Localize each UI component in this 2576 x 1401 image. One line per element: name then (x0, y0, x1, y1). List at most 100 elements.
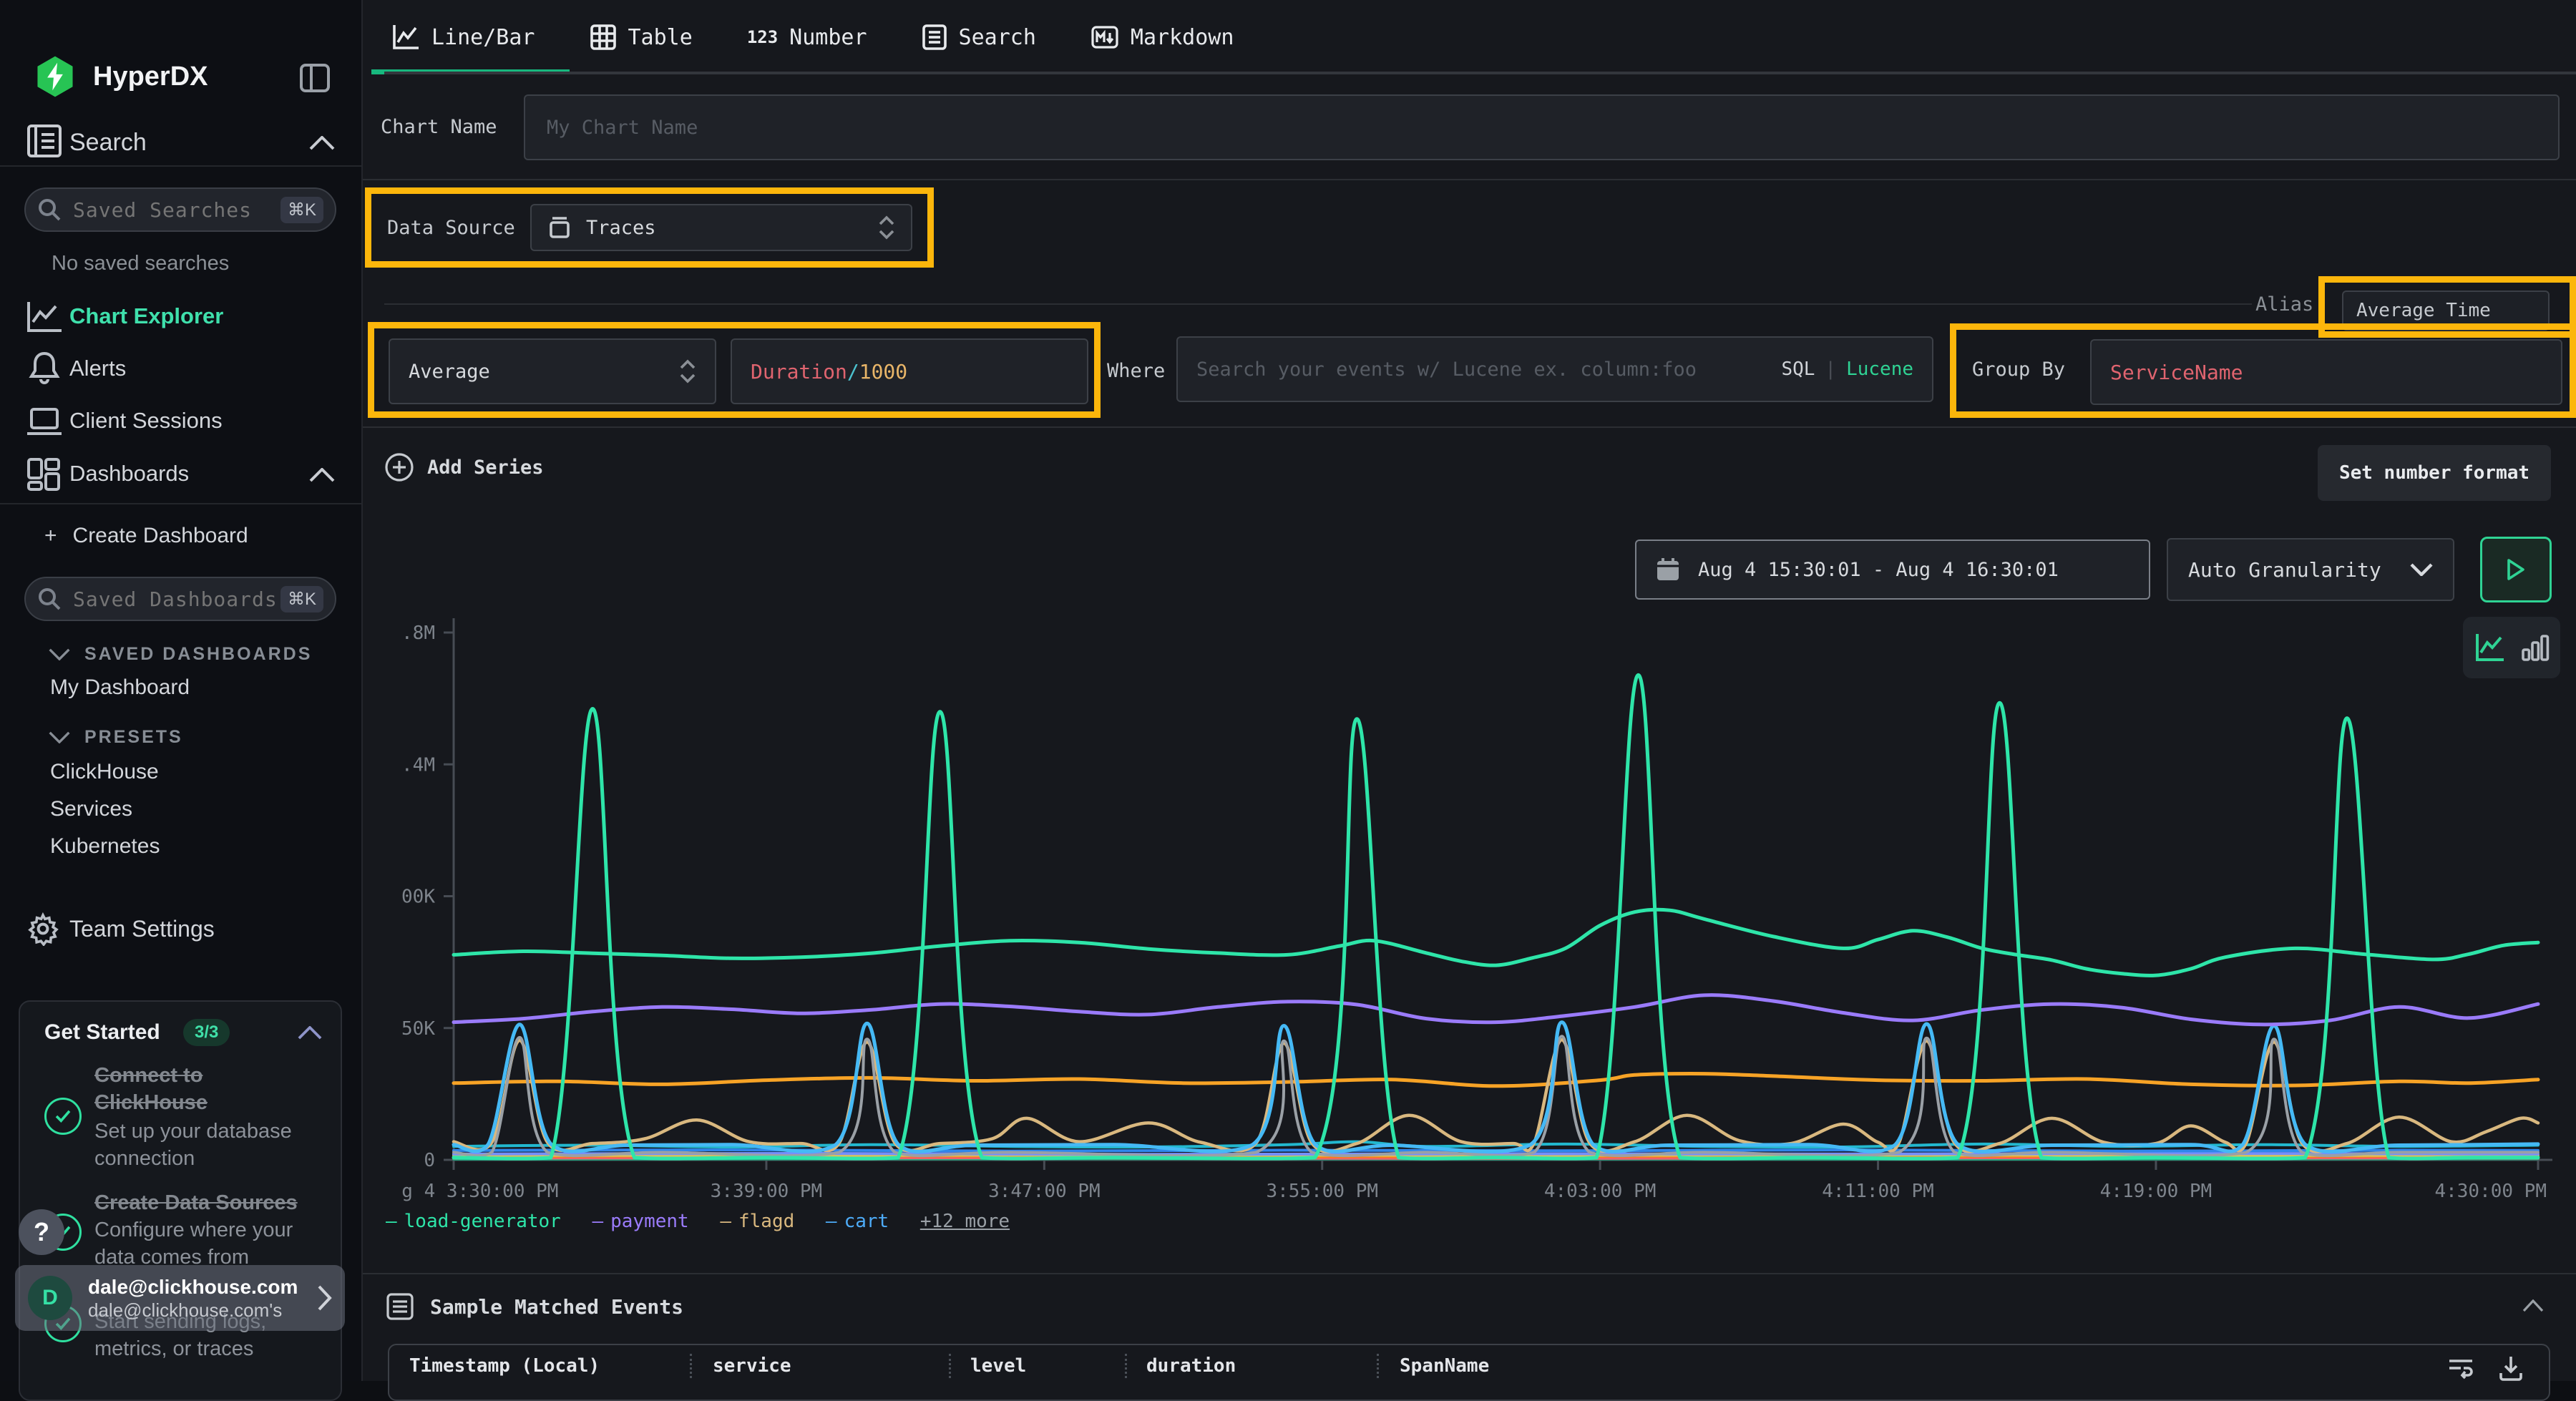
legend-more-link[interactable]: +12 more (920, 1211, 1010, 1232)
date-range-picker[interactable]: Aug 4 15:30:01 - Aug 4 16:30:01 (1635, 540, 2150, 600)
data-source-select[interactable]: Traces (530, 204, 912, 251)
legend-item-cart[interactable]: —cart (826, 1211, 889, 1232)
column-resizer[interactable] (690, 1354, 692, 1378)
granularity-select[interactable]: Auto Granularity (2167, 538, 2454, 601)
saved-searches-input[interactable] (72, 197, 280, 223)
help-button[interactable]: ? (19, 1209, 64, 1255)
tab-table[interactable]: Table (582, 1, 700, 73)
sidebar-item-kubernetes[interactable]: Kubernetes (50, 834, 160, 859)
timeseries-chart[interactable]: 0450K900K1.4M1.8MAug 4 3:30:00 PM3:39:00… (402, 612, 2576, 1231)
svg-text:3:47:00 PM: 3:47:00 PM (988, 1181, 1101, 1202)
search-icon (37, 197, 62, 222)
sidebar-item-my-dashboard[interactable]: My Dashboard (50, 675, 190, 700)
legend-item-load-generator[interactable]: —load-generator (386, 1211, 561, 1232)
expression-field-token: Duration (751, 360, 847, 384)
where-placeholder: Search your events w/ Lucene ex. column:… (1196, 358, 1697, 381)
user-account-chip[interactable]: D dale@clickhouse.com dale@clickhouse.co… (15, 1265, 345, 1331)
column-resizer[interactable] (1377, 1354, 1379, 1378)
svg-text:1.8M: 1.8M (402, 623, 435, 644)
aggregation-select[interactable]: Average (389, 338, 716, 404)
where-input[interactable]: Search your events w/ Lucene ex. column:… (1176, 336, 1933, 402)
add-series-button[interactable]: Add Series (384, 452, 544, 482)
group-by-input[interactable]: ServiceName (2090, 339, 2562, 405)
wrap-text-icon[interactable] (2446, 1355, 2475, 1381)
sidebar: HyperDX Search ⌘K No saved searches Char… (0, 0, 363, 1381)
dashboards-chevron-up-icon[interactable] (309, 468, 335, 482)
saved-dashboards-heading[interactable]: SAVED DASHBOARDS (49, 644, 312, 665)
dashboards-grid-icon (26, 457, 62, 492)
tab-search[interactable]: Search (914, 1, 1043, 73)
sidebar-item-client-sessions[interactable]: Client Sessions (69, 408, 223, 434)
legend-item-payment[interactable]: —payment (592, 1211, 688, 1232)
alerts-bell-icon (27, 351, 62, 386)
sidebar-item-alerts[interactable]: Alerts (69, 356, 126, 381)
sidebar-collapse-icon[interactable] (299, 63, 331, 93)
column-resizer[interactable] (949, 1354, 951, 1378)
download-icon[interactable] (2497, 1354, 2525, 1382)
document-list-icon (922, 24, 947, 51)
set-number-format-button[interactable]: Set number format (2318, 445, 2551, 501)
collapse-chevron-up-icon[interactable] (2522, 1299, 2544, 1312)
run-query-button[interactable] (2480, 537, 2552, 602)
svg-text:4:11:00 PM: 4:11:00 PM (1822, 1181, 1934, 1202)
date-range-value: Aug 4 15:30:01 - Aug 4 16:30:01 (1698, 559, 2059, 581)
check-circle-icon (44, 1098, 82, 1135)
chart-name-input[interactable] (524, 94, 2560, 160)
tab-number[interactable]: 123 Number (740, 1, 874, 73)
sql-toggle[interactable]: SQL (1781, 358, 1815, 380)
get-started-item-title[interactable]: Connect toClickHouse (94, 1062, 208, 1116)
search-section-chevron-up-icon[interactable] (309, 136, 335, 150)
group-by-highlight: Group By ServiceName (1950, 323, 2576, 418)
app-title: HyperDX (93, 62, 208, 92)
sidebar-item-clickhouse[interactable]: ClickHouse (50, 760, 159, 784)
select-chevrons-icon (679, 358, 696, 384)
sidebar-item-chart-explorer[interactable]: Chart Explorer (69, 303, 223, 329)
get-started-item-desc: Configure where yourdata comes from (94, 1216, 293, 1271)
column-header-service[interactable]: service (713, 1345, 791, 1387)
data-source-label: Data Source (387, 217, 515, 239)
saved-searches-search[interactable]: ⌘K (24, 187, 336, 232)
tab-line-bar[interactable]: Line/Bar (384, 1, 542, 73)
column-resizer[interactable] (1125, 1354, 1127, 1378)
sample-events-header[interactable]: Sample Matched Events (386, 1292, 683, 1321)
shortcut-badge: ⌘K (280, 197, 323, 223)
sidebar-item-dashboards[interactable]: Dashboards (69, 461, 189, 487)
get-started-item-title[interactable]: Create Data Sources (94, 1189, 298, 1216)
markdown-icon (1091, 24, 1119, 51)
data-source-highlight: Data Source Traces (365, 187, 934, 268)
plus-icon: + (44, 524, 57, 547)
no-saved-searches-text: No saved searches (52, 252, 229, 275)
sidebar-item-services[interactable]: Services (50, 797, 132, 821)
app-root: HyperDX Search ⌘K No saved searches Char… (0, 0, 2576, 1381)
hyperdx-logo-icon (33, 54, 77, 99)
presets-heading[interactable]: PRESETS (49, 727, 183, 748)
svg-text:4:30:00 PM: 4:30:00 PM (2434, 1181, 2547, 1202)
expression-input[interactable]: Duration/1000 (731, 338, 1088, 404)
chart-legend: —load-generator —payment —flagd —cart +1… (386, 1211, 1010, 1232)
svg-text:0: 0 (424, 1150, 435, 1171)
column-header-spanname[interactable]: SpanName (1400, 1345, 1489, 1387)
get-started-chevron-up-icon[interactable] (298, 1026, 322, 1040)
legend-item-flagd[interactable]: —flagd (720, 1211, 794, 1232)
line-chart-icon (391, 24, 420, 51)
sidebar-section-search[interactable]: Search (69, 129, 147, 157)
calendar-icon (1655, 557, 1681, 582)
column-header-level[interactable]: level (970, 1345, 1026, 1387)
saved-dashboards-input[interactable] (72, 587, 280, 612)
tabbar-border (384, 72, 2576, 74)
data-source-value: Traces (586, 217, 656, 239)
lucene-toggle[interactable]: Lucene (1846, 358, 1913, 380)
svg-text:3:39:00 PM: 3:39:00 PM (711, 1181, 823, 1202)
svg-text:4:19:00 PM: 4:19:00 PM (2100, 1181, 2212, 1202)
plus-circle-icon (384, 452, 414, 482)
legend-swatch: — (720, 1211, 731, 1232)
avatar: D (28, 1276, 72, 1320)
svg-text:Aug 4 3:30:00 PM: Aug 4 3:30:00 PM (402, 1181, 558, 1202)
tab-markdown[interactable]: Markdown (1083, 1, 1241, 73)
saved-dashboards-search[interactable]: ⌘K (24, 577, 336, 621)
sidebar-item-team-settings[interactable]: Team Settings (69, 916, 215, 942)
column-header-duration[interactable]: duration (1146, 1345, 1236, 1387)
select-chevrons-icon (878, 215, 895, 240)
column-header-timestamp[interactable]: Timestamp (Local) (409, 1345, 600, 1387)
create-dashboard-button[interactable]: +Create Dashboard (44, 524, 248, 548)
